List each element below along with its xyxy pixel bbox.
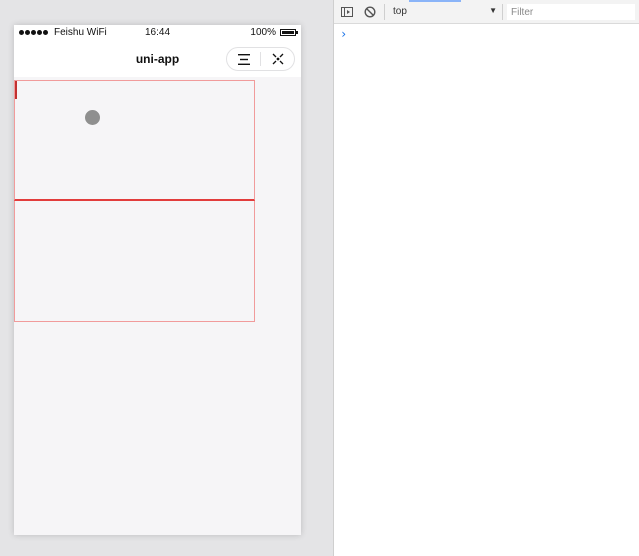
active-tab-indicator <box>409 0 461 2</box>
toggle-sidebar-icon[interactable] <box>340 5 354 19</box>
movable-view-dot[interactable] <box>85 110 100 125</box>
close-target-icon <box>272 53 283 65</box>
console-toolbar: top ▼ <box>334 0 639 24</box>
dropdown-arrow-icon: ▼ <box>489 6 497 15</box>
movable-area-top <box>14 80 255 201</box>
menu-button[interactable] <box>227 48 260 70</box>
battery-percent: 100% <box>250 27 276 38</box>
execution-context-select[interactable]: top ▼ <box>391 4 499 20</box>
toolbar-separator <box>502 4 503 20</box>
phone-screen: Feishu WiFi 16:44 100% uni-app <box>14 25 301 535</box>
context-value: top <box>393 6 407 17</box>
navigation-bar: uni-app <box>14 42 301 77</box>
battery-tip <box>296 31 298 34</box>
console-prompt-icon[interactable]: › <box>340 27 347 41</box>
close-button[interactable] <box>261 48 294 70</box>
status-bar: Feishu WiFi 16:44 100% <box>14 25 301 42</box>
cursor-marker <box>15 81 17 99</box>
clear-console-icon[interactable] <box>363 5 377 19</box>
menu-capsule <box>226 47 295 71</box>
toolbar-separator <box>384 4 385 20</box>
devtools-console-panel: top ▼ › <box>333 0 639 556</box>
movable-area-bottom <box>14 201 255 322</box>
battery-icon <box>280 29 296 36</box>
menu-icon <box>237 53 250 65</box>
simulator-panel: Feishu WiFi 16:44 100% uni-app <box>0 0 333 556</box>
console-filter-input[interactable] <box>507 4 635 20</box>
